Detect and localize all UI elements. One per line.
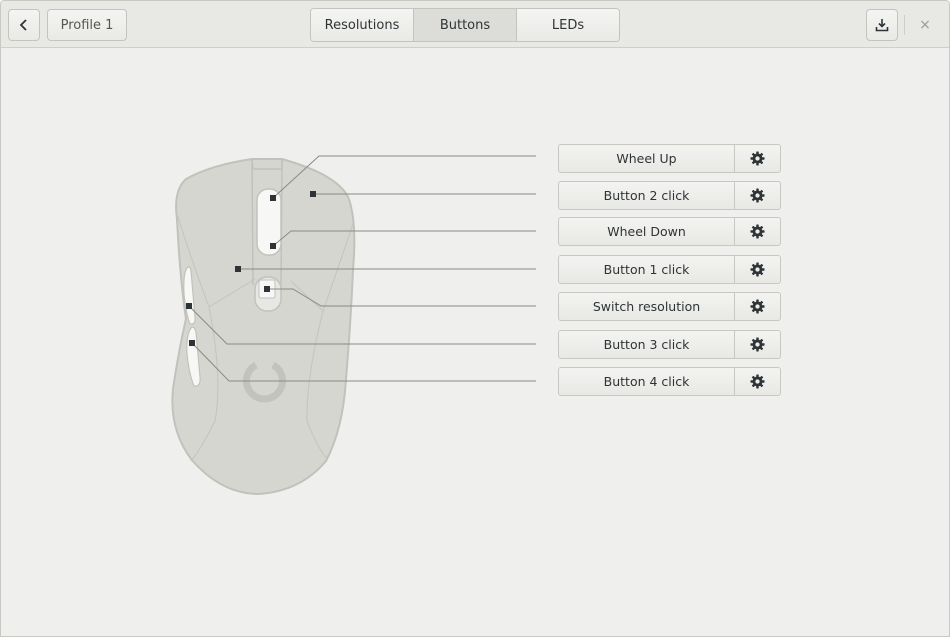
marker-button-4[interactable] (189, 340, 195, 346)
tab-leds-label: LEDs (551, 17, 585, 33)
download-icon (875, 19, 889, 32)
tab-resolutions[interactable]: Resolutions (311, 9, 414, 41)
button-row-label: Wheel Down (607, 224, 686, 239)
button-row-label: Button 3 click (603, 337, 690, 352)
button-mapping-button-2[interactable]: Button 2 click (558, 181, 735, 210)
configure-button[interactable] (735, 217, 781, 246)
marker-button-1[interactable] (235, 266, 241, 272)
configure-button[interactable] (735, 367, 781, 396)
button-mapping-wheel-down[interactable]: Wheel Down (558, 217, 735, 246)
marker-switch-resolution[interactable] (264, 286, 270, 292)
tab-leds[interactable]: LEDs (517, 9, 619, 41)
gear-icon (750, 262, 765, 277)
button-row-label: Button 1 click (603, 262, 690, 277)
button-row-button-2: Button 2 click (558, 181, 781, 210)
button-row-label: Button 2 click (603, 188, 690, 203)
button-row-button-3: Button 3 click (558, 330, 781, 359)
tab-buttons-label: Buttons (439, 17, 491, 33)
gear-icon (750, 299, 765, 314)
app-window: Profile 1 Resolutions Buttons LEDs × Whe… (0, 0, 950, 637)
mouse-diagram (171, 155, 536, 496)
go-previous-icon (19, 19, 27, 31)
tab-resolutions-label: Resolutions (324, 17, 400, 33)
button-row-wheel-up: Wheel Up (558, 144, 781, 173)
marker-button-3[interactable] (186, 303, 192, 309)
configure-button[interactable] (735, 292, 781, 321)
configure-button[interactable] (735, 255, 781, 284)
scroll-wheel (256, 188, 282, 256)
stack-switcher: Resolutions Buttons LEDs (310, 8, 620, 42)
marker-button-2[interactable] (310, 191, 316, 197)
configure-button[interactable] (735, 181, 781, 210)
button-row-button-4: Button 4 click (558, 367, 781, 396)
button-row-wheel-down: Wheel Down (558, 217, 781, 246)
mouse-left-seam (251, 158, 254, 286)
close-button[interactable]: × (915, 15, 935, 35)
marker-wheel-up[interactable] (270, 195, 276, 201)
button-row-switch-resolution: Switch resolution (558, 292, 781, 321)
header-separator (904, 15, 905, 35)
button-row-button-1: Button 1 click (558, 255, 781, 284)
buttons-page: Wheel Up Button 2 click Wheel Down Butto… (1, 49, 949, 636)
gear-icon (750, 224, 765, 239)
profile-button[interactable]: Profile 1 (47, 9, 127, 41)
back-button[interactable] (8, 9, 40, 41)
button-mapping-wheel-up[interactable]: Wheel Up (558, 144, 735, 173)
header-bar: Profile 1 Resolutions Buttons LEDs × (1, 1, 949, 48)
gear-icon (750, 188, 765, 203)
button-mapping-button-1[interactable]: Button 1 click (558, 255, 735, 284)
button-mapping-switch-resolution[interactable]: Switch resolution (558, 292, 735, 321)
configure-button[interactable] (735, 330, 781, 359)
gear-icon (750, 337, 765, 352)
profile-label: Profile 1 (60, 17, 114, 33)
gear-icon (750, 151, 765, 166)
marker-wheel-down[interactable] (270, 243, 276, 249)
button-mapping-button-3[interactable]: Button 3 click (558, 330, 735, 359)
gear-icon (750, 374, 765, 389)
button-row-label: Switch resolution (592, 299, 701, 314)
configure-button[interactable] (735, 144, 781, 173)
button-row-label: Wheel Up (616, 151, 677, 166)
commit-button[interactable] (866, 9, 898, 41)
button-row-label: Button 4 click (603, 374, 690, 389)
tab-buttons[interactable]: Buttons (414, 9, 517, 41)
button-mapping-button-4[interactable]: Button 4 click (558, 367, 735, 396)
close-icon: × (919, 17, 931, 33)
